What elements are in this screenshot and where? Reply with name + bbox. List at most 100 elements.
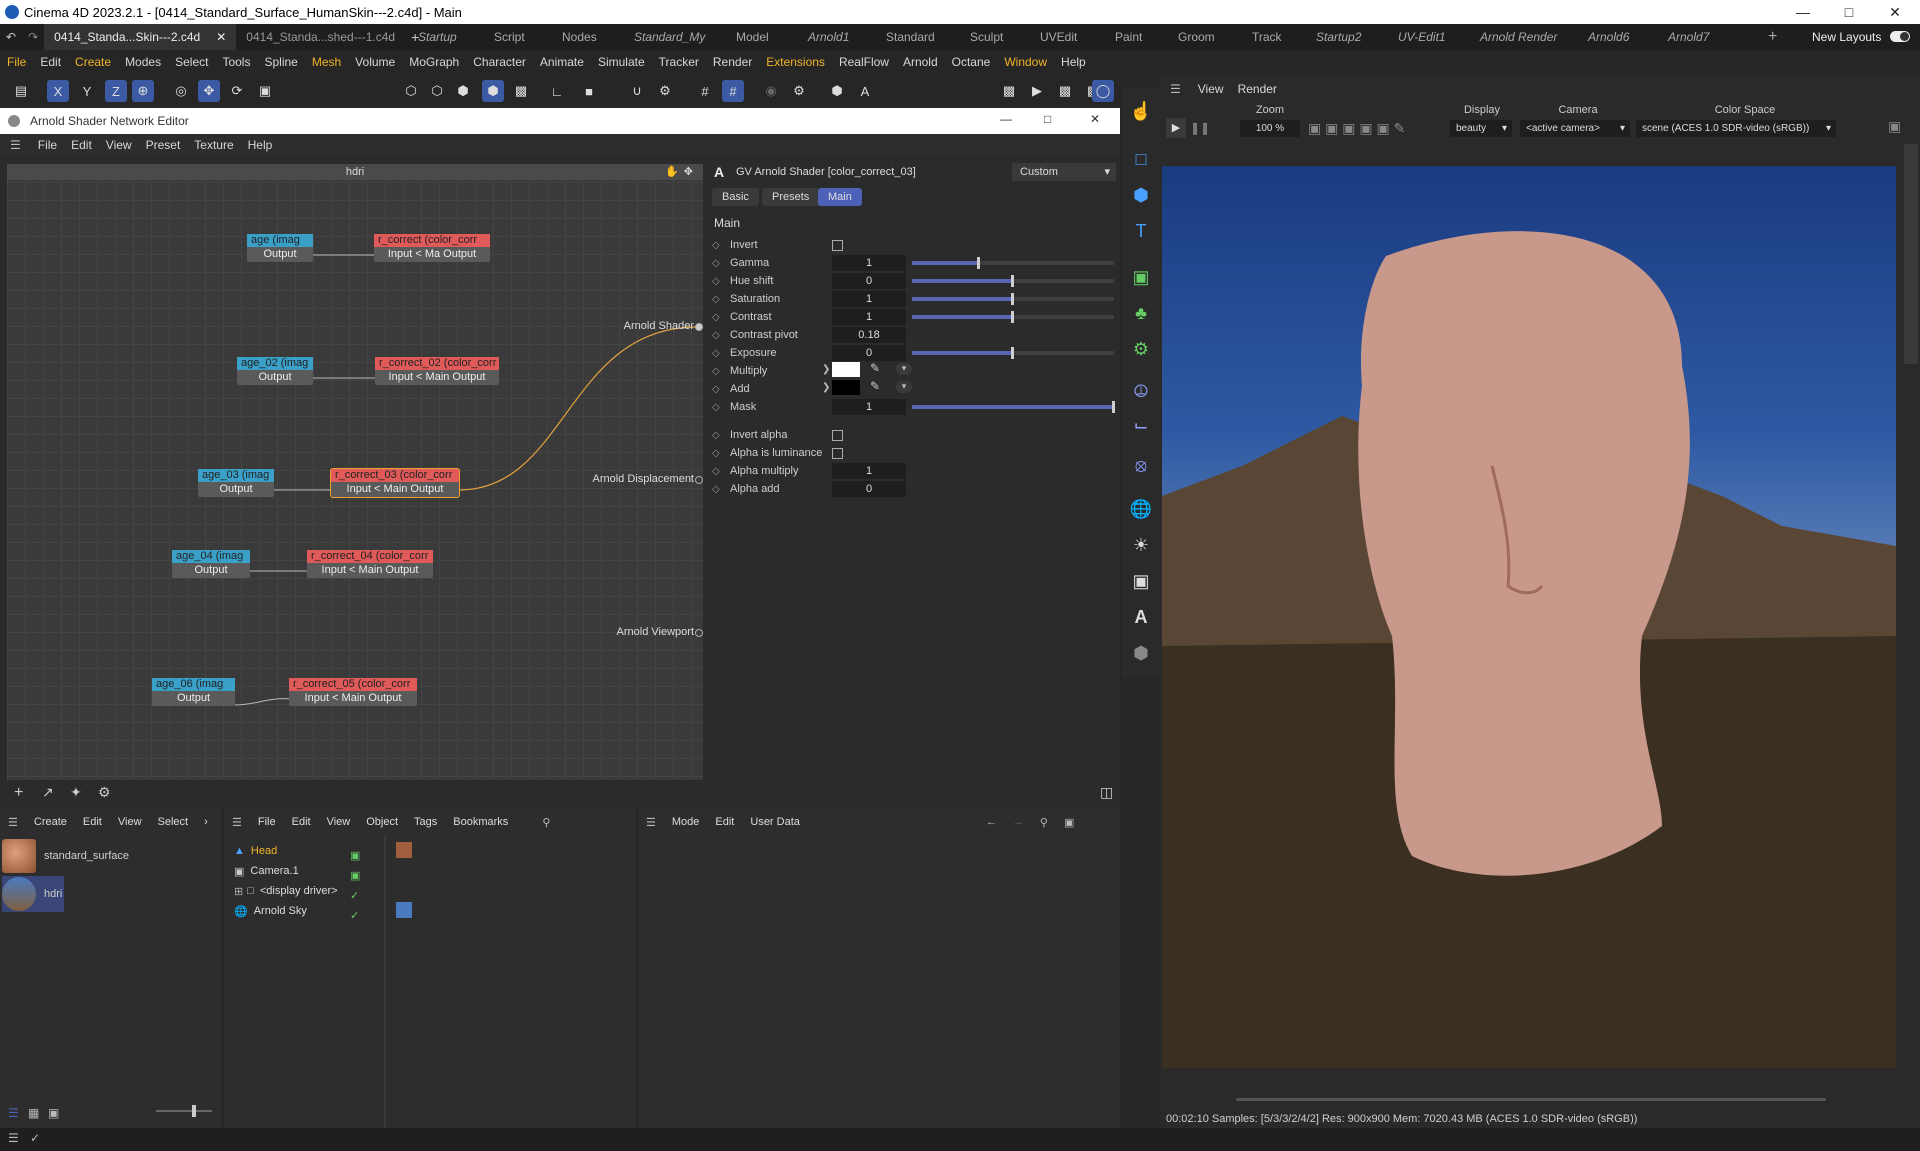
camera-snapshot-icon[interactable]: ▣ [1888,118,1901,135]
color-correct-node[interactable]: r_correct (color_corr Input < Ma Output [374,234,490,262]
obj-menu-file[interactable]: File [250,816,284,828]
expand-arrow-icon[interactable]: ❯ [822,382,830,393]
add-color-swatch[interactable] [832,380,860,395]
obj-menu-edit[interactable]: Edit [284,816,319,828]
mask-slider[interactable] [912,401,1115,413]
chevron-right-icon[interactable]: › [196,816,216,828]
output-port[interactable] [695,629,703,637]
obj-menu-object[interactable]: Object [358,816,406,828]
viewport-hscrollbar[interactable] [1236,1098,1826,1101]
contrast-pivot-field[interactable]: 0.18 [832,327,906,343]
hue-shift-slider[interactable] [912,275,1114,287]
coordinate-system-icon[interactable]: ⊕ [132,80,154,102]
editor-menu-file[interactable]: File [31,138,64,152]
menu-tools[interactable]: Tools [215,55,257,69]
viewport-menu-render[interactable]: Render [1231,82,1284,96]
menu-mesh[interactable]: Mesh [305,55,348,69]
mat-menu-create[interactable]: Create [26,816,75,828]
output-port[interactable] [695,476,703,484]
tab-basic[interactable]: Basic [712,188,759,206]
undo-icon[interactable]: ↶ [0,30,22,44]
maximize-icon[interactable]: □ [1826,0,1872,24]
material-hamburger-icon[interactable]: ☰ [0,816,26,829]
layout-tab-nodes[interactable]: Nodes [562,24,597,50]
layout-tab-arnold-render[interactable]: Arnold Render [1480,24,1557,50]
add-node-icon[interactable]: + [14,784,23,802]
preset-dropdown[interactable]: Custom ▾ [1012,163,1116,181]
menu-octane[interactable]: Octane [945,55,998,69]
list-view-icon[interactable]: ☰ [8,1106,19,1120]
side-tabs[interactable] [1904,144,1918,364]
render-settings-icon[interactable]: ⚙ [788,80,810,102]
color-correct-node[interactable]: r_correct_02 (color_corr Input < Main Out… [375,357,499,385]
layout-tab-track[interactable]: Track [1252,24,1282,50]
keyframe-diamond-icon[interactable]: ◇ [712,240,722,251]
color-correct-node[interactable]: r_correct_04 (color_corr Input < Main Out… [307,550,433,578]
invert-alpha-checkbox[interactable] [832,430,843,441]
minimize-icon[interactable]: — [1780,0,1826,24]
cube-icon[interactable]: ⬢ [1128,182,1154,208]
settings-icon[interactable]: ⚙ [98,784,111,801]
add-layout-icon[interactable]: + [1768,24,1777,50]
bend-icon[interactable]: ⦹ [1128,378,1154,404]
thumbnail-size-slider[interactable] [156,1105,212,1117]
render-to-picture-viewer-icon[interactable]: ▩ [1054,80,1076,102]
lock-icon[interactable]: ▣ [1056,816,1082,829]
invert-checkbox[interactable] [832,240,843,251]
editor-menu-help[interactable]: Help [241,138,280,152]
layout-tab-paint[interactable]: Paint [1115,24,1142,50]
axis-y-button[interactable]: Y [76,80,98,102]
menu-render[interactable]: Render [706,55,759,69]
menu-edit[interactable]: Edit [33,55,68,69]
redo-icon[interactable]: ↷ [22,30,44,44]
tab-main[interactable]: Main [818,188,862,206]
move-icon[interactable]: ✥ [198,80,220,102]
menu-realflow[interactable]: RealFlow [832,55,896,69]
image-node[interactable]: age_03 (imag Output [198,469,274,497]
layout-toggle[interactable] [1890,31,1910,42]
saturation-slider[interactable] [912,293,1114,305]
keyframe-diamond-icon[interactable]: ◇ [712,484,722,495]
menu-modes[interactable]: Modes [118,55,168,69]
back-arrow-icon[interactable]: ← [978,816,1005,828]
camera-icon[interactable]: ▣ [1128,568,1154,594]
keyframe-diamond-icon[interactable]: ◇ [712,448,722,459]
points-mode-icon[interactable]: ⬡ [400,80,422,102]
hamburger-icon[interactable]: ☰ [0,138,31,152]
null-object-icon[interactable]: □ [1128,146,1154,172]
obj-menu-tags[interactable]: Tags [406,816,445,828]
lock-workplane-icon[interactable]: ◉ [760,80,782,102]
model-mode-icon[interactable]: ⬢ [482,80,504,102]
close-icon[interactable]: ✕ [1872,0,1918,24]
sky-tag-icon[interactable] [396,902,412,918]
cloner-icon[interactable]: ♣ [1128,300,1154,326]
menu-mograph[interactable]: MoGraph [402,55,466,69]
render-active-icon[interactable]: ▶ [1026,80,1048,102]
grid-view-icon[interactable]: ▦ [28,1106,39,1120]
polygons-mode-icon[interactable]: ⬢ [452,80,474,102]
menu-extensions[interactable]: Extensions [759,55,832,69]
object-row-arnold-sky[interactable]: 🌐 Arnold Sky [234,902,307,920]
arnold-icon[interactable]: A [1128,604,1154,630]
keyframe-diamond-icon[interactable]: ◇ [712,348,722,359]
object-row-head[interactable]: ▲ Head [234,842,277,860]
keyframe-diamond-icon[interactable]: ◇ [712,366,722,377]
object-row-camera[interactable]: ▣ Camera.1 [234,862,299,880]
snap-icon[interactable]: ∪ [626,80,648,102]
large-view-icon[interactable]: ▣ [48,1106,59,1120]
material-item-selected[interactable]: hdri [2,876,64,912]
keyframe-diamond-icon[interactable]: ◇ [712,312,722,323]
menu-window[interactable]: Window [997,55,1054,69]
snap-settings-icon[interactable]: ⚙ [654,80,676,102]
editor-menu-preset[interactable]: Preset [139,138,188,152]
trash-icon[interactable]: ◫ [1100,784,1113,801]
live-selection-icon[interactable]: ◎ [170,80,192,102]
editor-minimize-icon[interactable]: — [1000,112,1012,126]
alpha-add-field[interactable]: 0 [832,481,906,497]
menu-create[interactable]: Create [68,55,118,69]
visibility-checks[interactable]: ▣ ▣ ✓ ✓ [350,846,360,926]
menu-character[interactable]: Character [466,55,533,69]
keyframe-diamond-icon[interactable]: ◇ [712,330,722,341]
image-node[interactable]: age_02 (imag Output [237,357,313,385]
gray-cube-icon[interactable]: ⬢ [1128,640,1154,666]
